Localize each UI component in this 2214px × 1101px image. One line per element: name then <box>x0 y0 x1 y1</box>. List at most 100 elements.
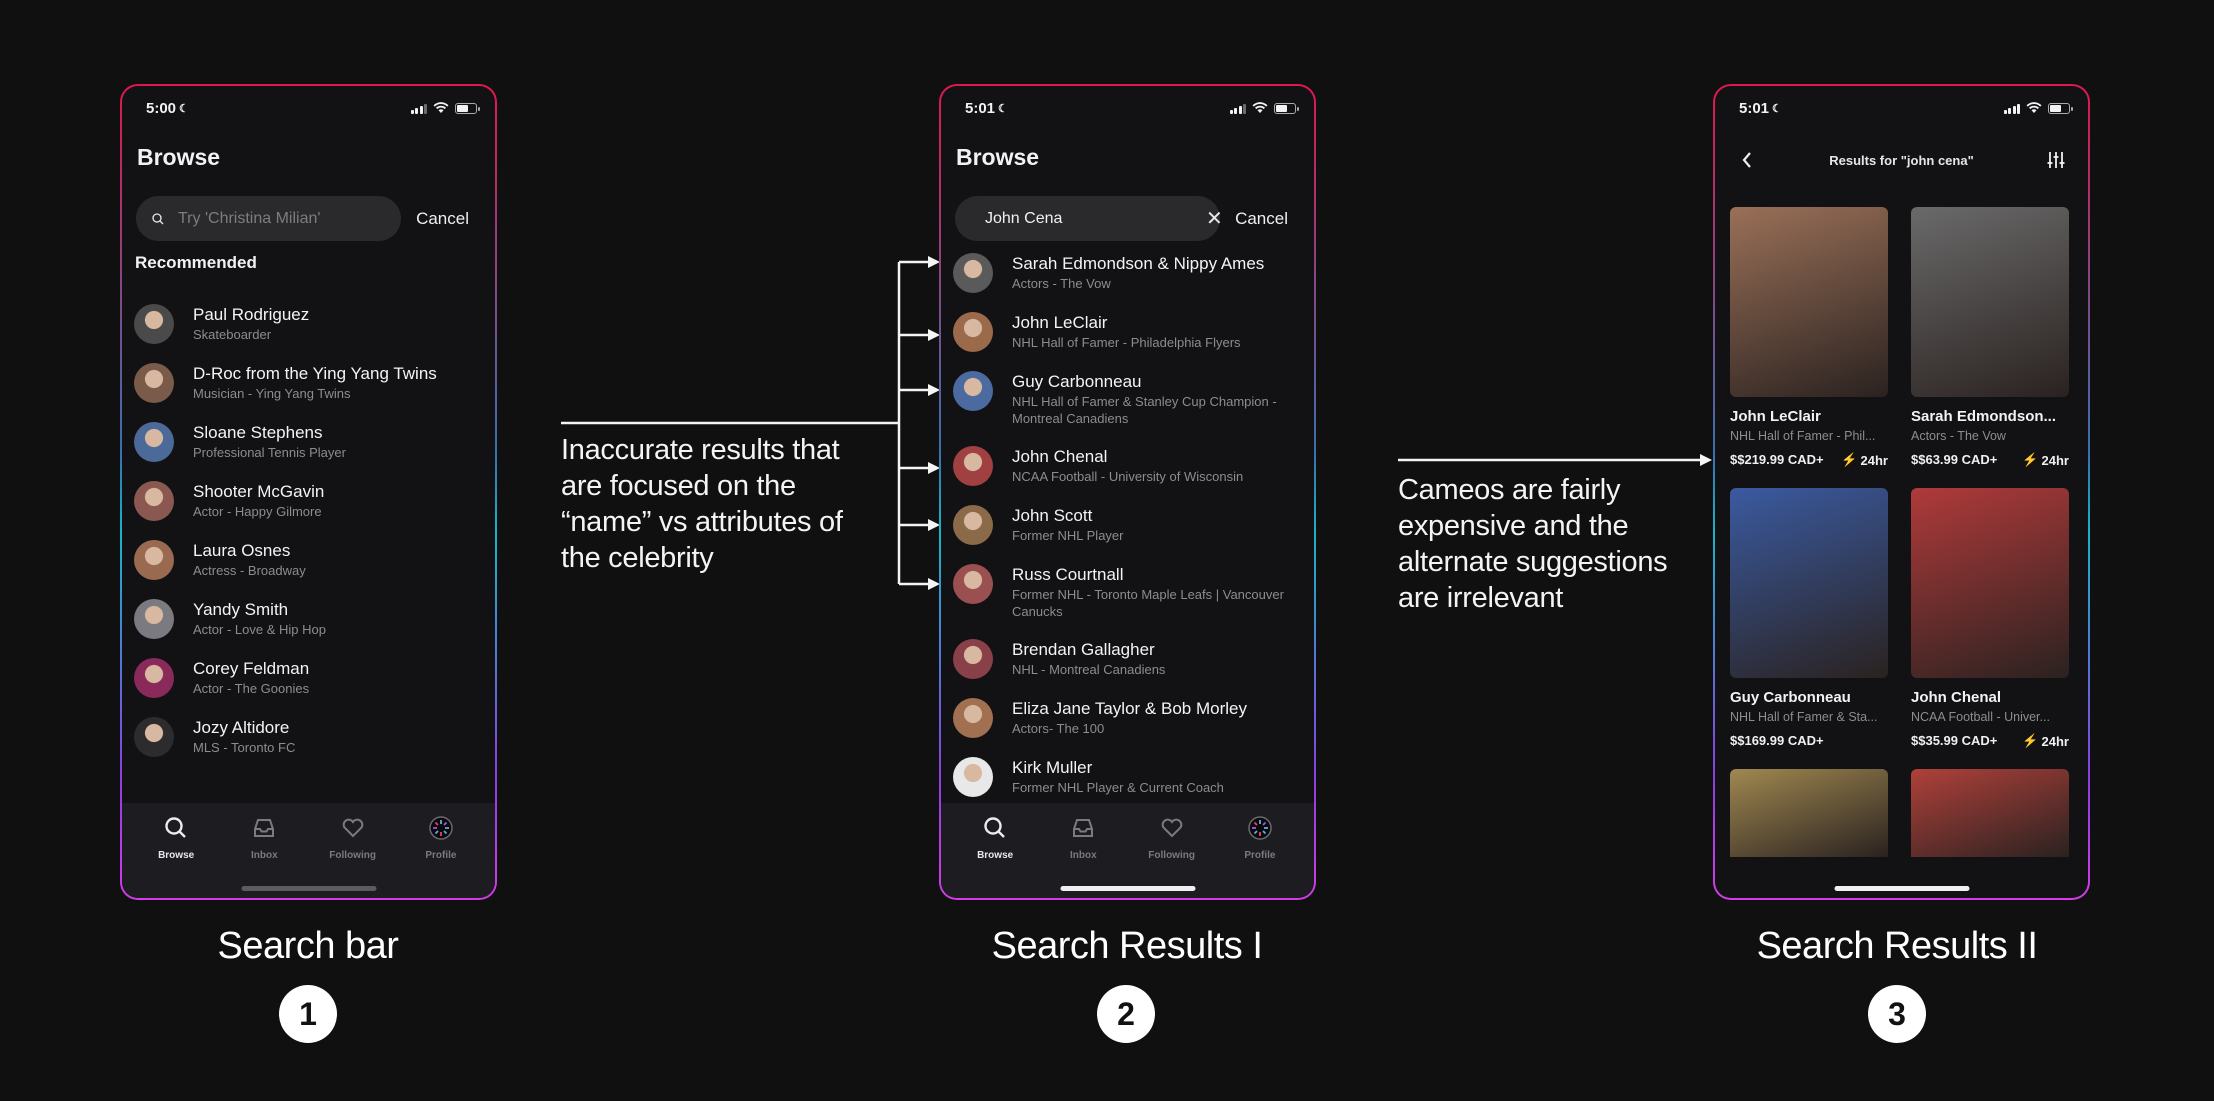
lightning-icon: ⚡ <box>2022 733 2039 748</box>
tab-label: Profile <box>1244 850 1276 861</box>
celebrity-description: NCAA Football - University of Wisconsin <box>1012 469 1244 484</box>
caption-search-results-1: Search Results I <box>991 925 1263 967</box>
celebrity-card[interactable]: John Chenal NCAA Football - Univer... $$… <box>1911 488 2069 749</box>
celebrity-description: Musician - Ying Yang Twins <box>193 386 351 401</box>
fast-delivery-badge: ⚡ 24hr <box>2022 452 2069 468</box>
status-bar: 5:01 ☾ <box>965 99 1299 117</box>
avatar <box>953 698 993 738</box>
clear-icon[interactable]: ✕ <box>1206 209 1223 229</box>
search-input[interactable] <box>178 209 385 228</box>
celebrity-description: Former NHL - Toronto Maple Leafs | Vanco… <box>1012 587 1284 619</box>
tab-profile[interactable]: Profile <box>1230 815 1290 861</box>
list-item[interactable]: Yandy Smith Actor - Love & Hip Hop <box>134 599 485 639</box>
celebrity-name: Sloane Stephens <box>193 423 323 442</box>
tab-inbox[interactable]: Inbox <box>234 815 294 861</box>
list-item[interactable]: Corey Feldman Actor - The Goonies <box>134 658 485 698</box>
list-item[interactable]: Kirk Muller Former NHL Player & Current … <box>953 757 1304 797</box>
wifi-icon <box>1252 102 1268 113</box>
avatar <box>134 481 174 521</box>
battery-icon <box>1274 102 1299 114</box>
search-input[interactable] <box>985 209 1192 228</box>
celebrity-name: Shooter McGavin <box>193 482 325 501</box>
tab-inbox[interactable]: Inbox <box>1053 815 1113 861</box>
avatar <box>953 312 993 352</box>
list-item[interactable]: John LeClair NHL Hall of Famer - Philade… <box>953 312 1304 352</box>
celebrity-name: D-Roc from the Ying Yang Twins <box>193 364 437 383</box>
filter-button[interactable] <box>2044 148 2068 172</box>
delivery-time: 24hr <box>2041 452 2069 468</box>
celebrity-description: Former NHL Player <box>1012 528 1124 543</box>
home-indicator[interactable] <box>241 886 376 891</box>
status-bar: 5:00 ☾ <box>146 100 480 117</box>
list-item[interactable]: Brendan Gallagher NHL - Montreal Canadie… <box>953 639 1304 679</box>
list-item[interactable]: John Scott Former NHL Player <box>953 505 1304 545</box>
tab-following[interactable]: Following <box>1142 815 1202 861</box>
caption-search-bar: Search bar <box>217 925 399 967</box>
list-item[interactable]: Sarah Edmondson & Nippy Ames Actors - Th… <box>953 253 1304 293</box>
phone-search-results-2: 5:01 ☾ Results for "john cena" John LeCla… <box>1713 84 2090 900</box>
celebrity-name: John Chenal <box>1012 447 1108 466</box>
tab-browse[interactable]: Browse <box>965 815 1025 861</box>
celebrity-name: Jozy Altidore <box>193 718 290 737</box>
celebrity-card[interactable]: John LeClair NHL Hall of Famer - Phil...… <box>1730 207 1888 468</box>
back-button[interactable] <box>1735 148 1759 172</box>
card-price: $$169.99 CAD+ <box>1730 733 1824 748</box>
avatar <box>953 757 993 797</box>
list-item[interactable]: Jozy Altidore MLS - Toronto FC <box>134 717 485 757</box>
cancel-button[interactable]: Cancel <box>1235 209 1288 229</box>
status-time: 5:01 <box>965 99 996 117</box>
list-item[interactable]: Sloane Stephens Professional Tennis Play… <box>134 422 485 462</box>
celebrity-description: Actress - Broadway <box>193 563 306 578</box>
fast-delivery-badge: ⚡ 24hr <box>1841 452 1888 468</box>
home-indicator[interactable] <box>1834 886 1969 891</box>
celebrity-card[interactable] <box>1911 769 2069 857</box>
celebrity-name: Eliza Jane Taylor & Bob Morley <box>1012 699 1247 718</box>
tab-profile[interactable]: Profile <box>411 815 471 861</box>
celebrity-name: Kirk Muller <box>1012 758 1093 777</box>
home-indicator[interactable] <box>1060 886 1195 891</box>
avatar <box>953 505 993 545</box>
celebrity-name: Guy Carbonneau <box>1012 372 1142 391</box>
celebrity-card[interactable]: Sarah Edmondson... Actors - The Vow $$63… <box>1911 207 2069 468</box>
search-icon <box>982 815 1008 846</box>
list-item[interactable]: Russ Courtnall Former NHL - Toronto Mapl… <box>953 564 1304 620</box>
list-item[interactable]: Shooter McGavin Actor - Happy Gilmore <box>134 481 485 521</box>
celebrity-photo <box>1911 207 2069 397</box>
celebrity-name: Sarah Edmondson & Nippy Ames <box>1012 254 1265 273</box>
list-item[interactable]: John Chenal NCAA Football - University o… <box>953 446 1304 486</box>
cancel-button[interactable]: Cancel <box>416 209 469 229</box>
celebrity-description: Actor - Happy Gilmore <box>193 504 322 519</box>
section-title-recommended: Recommended <box>135 253 257 272</box>
list-item[interactable]: Paul Rodriguez Skateboarder <box>134 304 485 344</box>
tab-browse[interactable]: Browse <box>146 815 206 861</box>
delivery-time: 24hr <box>2041 733 2069 749</box>
list-item[interactable]: Guy Carbonneau NHL Hall of Famer & Stanl… <box>953 371 1304 427</box>
celebrity-name: John Scott <box>1012 506 1093 525</box>
search-box[interactable]: ✕ <box>955 196 1223 241</box>
tab-label: Browse <box>977 850 1014 861</box>
celebrity-description: Actor - Love & Hip Hop <box>193 622 326 637</box>
search-box[interactable] <box>136 196 401 241</box>
tab-following[interactable]: Following <box>323 815 383 861</box>
signal-icon <box>410 103 427 114</box>
card-name: Sarah Edmondson... <box>1911 408 2057 425</box>
step-number-3: 3 <box>1868 985 1926 1043</box>
fast-delivery-badge: ⚡ 24hr <box>2022 733 2069 749</box>
avatar <box>134 717 174 757</box>
list-item[interactable]: D-Roc from the Ying Yang Twins Musician … <box>134 363 485 403</box>
celebrity-card[interactable]: Guy Carbonneau NHL Hall of Famer & Sta..… <box>1730 488 1888 749</box>
celebrity-photo <box>1730 207 1888 397</box>
celebrity-description: NHL - Montreal Canadiens <box>1012 662 1166 677</box>
list-item[interactable]: Eliza Jane Taylor & Bob Morley Actors- T… <box>953 698 1304 738</box>
celebrity-description: Professional Tennis Player <box>193 445 346 460</box>
battery-icon <box>2048 102 2073 114</box>
celebrity-card[interactable] <box>1730 769 1888 857</box>
wifi-icon <box>433 102 449 113</box>
search-icon <box>152 212 164 224</box>
page-title: Browse <box>137 144 221 170</box>
celebrity-name: Brendan Gallagher <box>1012 640 1155 659</box>
annotation-expensive-cameos: Cameos are fairly expensive and the alte… <box>1398 474 1668 614</box>
tab-label: Inbox <box>251 850 278 861</box>
list-item[interactable]: Laura Osnes Actress - Broadway <box>134 540 485 580</box>
celebrity-photo <box>1911 769 2069 857</box>
